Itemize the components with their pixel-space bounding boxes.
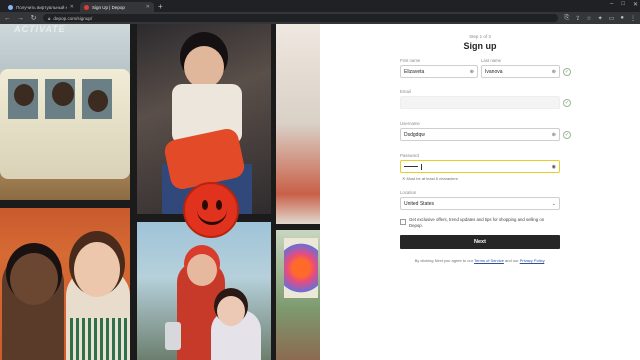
terms-suffix: . xyxy=(544,258,546,263)
terms-middle: and our xyxy=(503,258,520,263)
username-field[interactable]: Dsdgdqw ⊛ xyxy=(400,128,560,141)
maximize-button[interactable]: □ xyxy=(621,1,625,8)
close-tab-icon[interactable]: ✕ xyxy=(146,4,150,10)
password-hint: ✕ Must be at least 6 characters xyxy=(402,176,458,181)
minimize-button[interactable]: – xyxy=(610,1,613,8)
photo-car-friends xyxy=(0,24,130,200)
smiley-sticker-icon xyxy=(183,182,239,238)
email-field[interactable] xyxy=(400,96,560,109)
tab-favicon-icon xyxy=(8,4,13,10)
step-indicator: Step 1 of 3 xyxy=(469,34,491,39)
signup-pane: Step 1 of 3 Sign up First name Elizaveta… xyxy=(320,24,640,360)
close-tab-icon[interactable]: ✕ xyxy=(70,4,74,10)
autofill-icon[interactable]: ⊛ xyxy=(470,69,474,75)
photo-two-women xyxy=(0,208,130,360)
bookmark-star-icon[interactable]: ☆ xyxy=(586,15,591,22)
password-field[interactable]: ◉ xyxy=(400,160,560,173)
location-label: Location xyxy=(400,190,417,195)
email-label: Email xyxy=(400,89,411,94)
toolbar-icons: ⎘ ⇪ ☆ ✦ ▭ ● ⋮ xyxy=(564,15,636,22)
depop-favicon-icon xyxy=(84,4,89,10)
lock-icon: 🔒︎ xyxy=(48,15,51,21)
tab-virtual-number[interactable]: Получить виртуальный номер... ✕ xyxy=(4,2,78,12)
reload-icon[interactable]: ↻ xyxy=(30,14,37,22)
marketing-checkbox[interactable] xyxy=(400,219,406,225)
watermark-logo: ACTIVATE xyxy=(14,24,66,34)
last-name-label: Last name xyxy=(481,58,502,63)
valid-check-icon: ✓ xyxy=(563,99,571,107)
tab-title: Получить виртуальный номер... xyxy=(16,4,67,10)
password-masked-value xyxy=(404,163,422,170)
tab-depop-signup[interactable]: Sign Up | Depop ✕ xyxy=(80,2,154,12)
back-icon[interactable]: ← xyxy=(4,15,11,22)
close-window-button[interactable]: ✕ xyxy=(633,1,638,8)
terms-of-service-link[interactable]: Terms of Service xyxy=(474,258,504,263)
window-controls: – □ ✕ xyxy=(610,1,638,8)
cast-icon[interactable]: ⎘ xyxy=(564,15,569,22)
first-name-field[interactable]: Elizaveta ⊛ xyxy=(400,65,478,78)
share-icon[interactable]: ⇪ xyxy=(575,15,580,22)
address-bar[interactable]: 🔒︎ depop.com/signup/ xyxy=(43,14,559,22)
tab-bar: Получить виртуальный номер... ✕ Sign Up … xyxy=(0,0,640,12)
show-password-eye-icon[interactable]: ◉ xyxy=(552,164,556,170)
extensions-icon[interactable]: ✦ xyxy=(598,15,603,22)
photo-clothes-rack xyxy=(276,24,320,224)
first-name-label: First name xyxy=(400,58,421,63)
menu-icon[interactable]: ⋮ xyxy=(630,15,636,22)
profile-icon[interactable]: ● xyxy=(620,15,624,22)
terms-text: By clicking Next you agree to our Terms … xyxy=(400,258,560,263)
location-select[interactable]: United States ⌄ xyxy=(400,197,560,210)
terms-prefix: By clicking Next you agree to our xyxy=(414,258,475,263)
last-name-field[interactable]: Ivanova ⊛ xyxy=(481,65,560,78)
password-label: Password xyxy=(400,153,419,158)
username-value: Dsdgdqw xyxy=(404,131,425,138)
hint-x-icon: ✕ xyxy=(402,176,406,181)
valid-check-icon: ✓ xyxy=(563,68,571,76)
hint-text: Must be at least 6 characters xyxy=(406,176,458,181)
marketing-checkbox-label: Get exclusive offers, trend updates and … xyxy=(409,217,545,228)
location-value: United States xyxy=(404,200,435,207)
forward-icon[interactable]: → xyxy=(17,15,24,22)
username-label: Username xyxy=(400,121,420,126)
privacy-policy-link[interactable]: Privacy Policy xyxy=(520,258,545,263)
tab-title: Sign Up | Depop xyxy=(92,4,125,10)
autofill-icon[interactable]: ⊛ xyxy=(552,69,556,75)
first-name-value: Elizaveta xyxy=(404,68,425,75)
chevron-down-icon: ⌄ xyxy=(551,200,556,207)
valid-check-icon: ✓ xyxy=(563,131,571,139)
photo-poster-plant xyxy=(276,230,320,360)
sidebar-icon[interactable]: ▭ xyxy=(609,15,615,22)
browser-toolbar: ← → ↻ 🔒︎ depop.com/signup/ ⎘ ⇪ ☆ ✦ ▭ ● ⋮ xyxy=(0,12,640,24)
autofill-icon[interactable]: ⊛ xyxy=(552,132,556,138)
photo-selfie-girls xyxy=(137,222,271,360)
next-button[interactable]: Next xyxy=(400,235,560,249)
address-text: depop.com/signup/ xyxy=(53,15,93,21)
last-name-value: Ivanova xyxy=(485,68,503,75)
photo-collage xyxy=(0,24,320,360)
page-title: Sign up xyxy=(463,41,497,51)
new-tab-button[interactable]: + xyxy=(158,2,163,12)
